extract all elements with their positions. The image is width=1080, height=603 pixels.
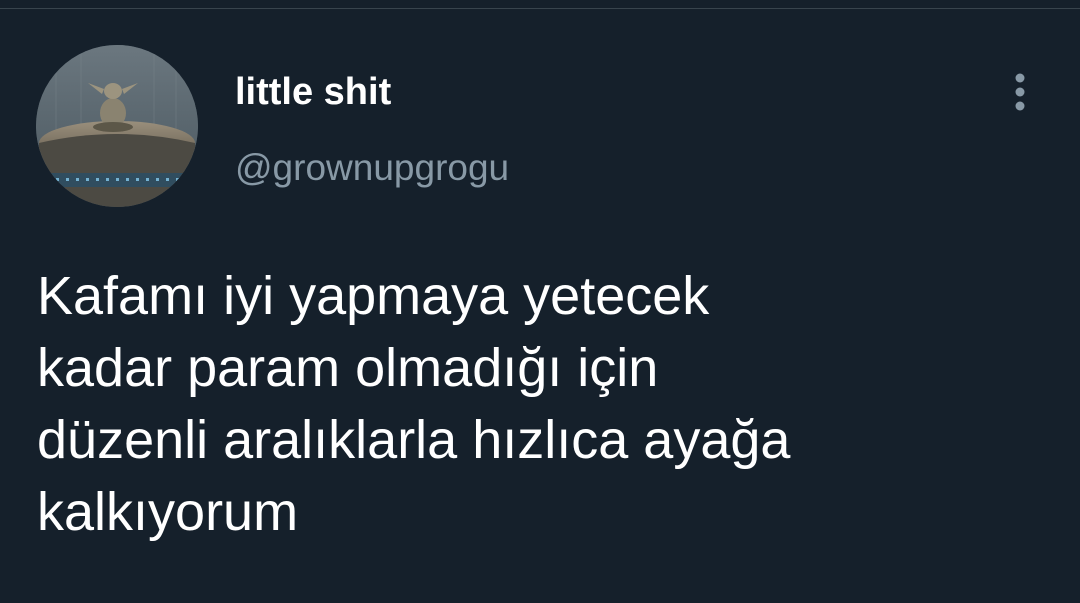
author-handle[interactable]: @grownupgrogu [235, 146, 509, 190]
more-options-button[interactable] [1000, 70, 1040, 116]
more-vertical-icon [1015, 73, 1025, 111]
grogu-avatar-icon[interactable] [36, 45, 198, 207]
tweet-screen: little shit @grownupgrogu Kafamı iyi yap… [0, 0, 1080, 603]
top-divider [0, 8, 1080, 9]
author-display-name[interactable]: little shit [235, 70, 391, 114]
tweet-text: Kafamı iyi yapmaya yetecek kadar param o… [37, 266, 791, 542]
